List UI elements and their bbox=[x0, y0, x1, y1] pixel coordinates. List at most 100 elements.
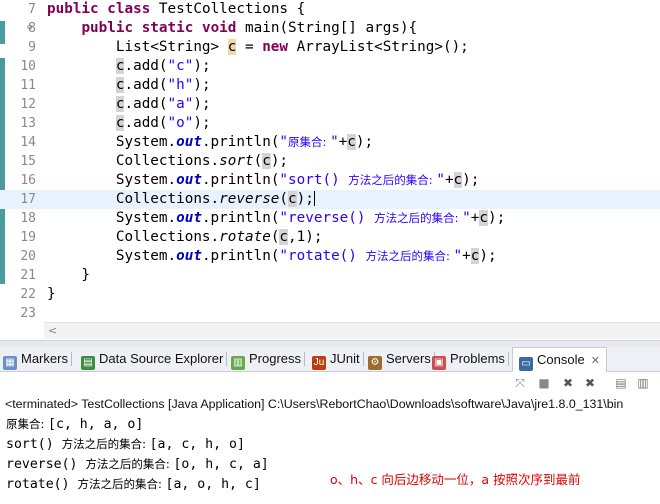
fold-toggle-icon[interactable]: ⊖ bbox=[27, 19, 41, 38]
code-text[interactable]: c.add("h"); bbox=[47, 76, 211, 95]
code-token: rotate bbox=[219, 229, 271, 245]
close-icon[interactable]: ✕ bbox=[591, 355, 600, 367]
code-text[interactable]: System.out.println("rotate() 方法之后的集合: "+… bbox=[47, 247, 497, 266]
progress-icon: ▥ bbox=[231, 356, 245, 370]
horizontal-scrollbar[interactable]: < bbox=[44, 322, 660, 339]
line-number: 7 bbox=[28, 2, 36, 17]
code-text[interactable]: public class TestCollections { bbox=[47, 0, 305, 19]
code-line[interactable]: 17 Collections.reverse(c); bbox=[0, 190, 660, 209]
remove-all-icon[interactable]: ✖ bbox=[583, 376, 597, 390]
code-token: c bbox=[479, 210, 488, 226]
code-token: public bbox=[47, 1, 108, 17]
console-text: rotate() bbox=[6, 477, 78, 492]
code-token: new bbox=[262, 39, 297, 55]
code-text[interactable]: List<String> c = new ArrayList<String>()… bbox=[47, 38, 469, 57]
code-line[interactable]: 20 System.out.println("rotate() 方法之后的集合:… bbox=[0, 247, 660, 266]
remove-launch-icon[interactable]: ✖ bbox=[561, 376, 575, 390]
tab-label: Markers bbox=[21, 351, 68, 366]
console-text: 原集合: bbox=[6, 417, 49, 431]
console-toolbar: ⤧ ■ ✖ ✖ ▤ ▥ bbox=[0, 372, 660, 394]
code-token: ( bbox=[279, 191, 289, 207]
tab-servers[interactable]: ⚙ Servers bbox=[368, 347, 435, 371]
code-text[interactable]: public static void main(String[] args){ bbox=[47, 19, 417, 38]
code-token: "reverse() bbox=[279, 210, 375, 226]
console-line: reverse() 方法之后的集合: [o, h, c, a] bbox=[6, 454, 269, 475]
code-token: c bbox=[453, 172, 463, 188]
code-text[interactable]: c.add("o"); bbox=[47, 114, 211, 133]
code-text[interactable]: Collections.sort(c); bbox=[47, 152, 288, 171]
word-wrap-icon[interactable]: ▥ bbox=[636, 376, 650, 390]
code-line[interactable]: 18 System.out.println("reverse() 方法之后的集合… bbox=[0, 209, 660, 228]
code-token: c bbox=[288, 191, 297, 207]
code-line[interactable]: 9 List<String> c = new ArrayList<String>… bbox=[0, 38, 660, 57]
code-line[interactable]: 22} bbox=[0, 285, 660, 304]
code-line[interactable]: 19 Collections.rotate(c,1); bbox=[0, 228, 660, 247]
tab-label: Problems bbox=[450, 351, 505, 366]
code-token: 方法之后的集合: bbox=[365, 249, 454, 263]
code-token: out bbox=[176, 248, 202, 264]
code-token: main(String[] args){ bbox=[245, 20, 418, 36]
code-editor[interactable]: 7 public class TestCollections {8 ⊖ public… bbox=[0, 0, 660, 340]
line-number: 20 bbox=[20, 249, 36, 264]
line-number: 9 bbox=[28, 40, 36, 55]
code-token: void bbox=[201, 20, 246, 36]
code-text[interactable]: Collections.rotate(c,1); bbox=[47, 228, 322, 247]
code-token: System. bbox=[47, 134, 177, 150]
code-token: ( bbox=[253, 153, 263, 169]
code-token: c bbox=[262, 153, 271, 169]
code-line[interactable]: 15 Collections.sort(c); bbox=[0, 152, 660, 171]
tab-data-source[interactable]: ▤ Data Source Explorer bbox=[81, 347, 228, 371]
tab-progress[interactable]: ▥ Progress bbox=[231, 347, 306, 371]
scroll-left-icon[interactable]: < bbox=[48, 323, 57, 339]
code-text[interactable]: } bbox=[47, 266, 90, 285]
code-text[interactable]: System.out.println("原集合: "+c); bbox=[47, 133, 373, 152]
code-token: Collections. bbox=[47, 191, 220, 207]
database-icon: ▤ bbox=[81, 356, 95, 370]
line-number: 19 bbox=[20, 230, 36, 245]
pin-icon[interactable]: ⤧ bbox=[513, 376, 527, 390]
code-token: .println( bbox=[201, 210, 280, 226]
code-line[interactable]: 13 c.add("o"); bbox=[0, 114, 660, 133]
code-line[interactable]: 16 System.out.println("sort() 方法之后的集合: "… bbox=[0, 171, 660, 190]
scroll-lock-icon[interactable]: ▤ bbox=[614, 376, 628, 390]
console-line: rotate() 方法之后的集合: [a, o, h, c] bbox=[6, 474, 261, 495]
code-text[interactable]: System.out.println("reverse() 方法之后的集合: "… bbox=[47, 209, 505, 228]
tab-markers[interactable]: ▦ Markers bbox=[3, 347, 72, 371]
code-line[interactable]: 23 bbox=[0, 304, 660, 323]
console-icon: ▭ bbox=[519, 357, 533, 371]
view-tab-bar: ▦ Markers ▤ Data Source Explorer ▥ Progress Ju… bbox=[0, 347, 660, 372]
code-text[interactable]: Collections.reverse(c); bbox=[47, 190, 315, 209]
code-line[interactable]: 7 public class TestCollections { bbox=[0, 0, 660, 19]
tab-problems[interactable]: ▣ Problems bbox=[432, 347, 509, 371]
code-token: + bbox=[444, 172, 454, 188]
code-token: } bbox=[47, 286, 56, 302]
line-number: 16 bbox=[20, 173, 36, 188]
code-text[interactable]: c.add("c"); bbox=[47, 57, 211, 76]
code-token: class bbox=[107, 1, 159, 17]
code-token: ); bbox=[487, 210, 506, 226]
tab-console[interactable]: ▭ Console ✕ bbox=[512, 347, 607, 372]
code-token: "o" bbox=[167, 115, 194, 131]
line-number: 18 bbox=[20, 211, 36, 226]
code-text[interactable]: c.add("a"); bbox=[47, 95, 211, 114]
code-token: sort bbox=[219, 153, 254, 169]
code-line[interactable]: 8 ⊖ public static void main(String[] args… bbox=[0, 19, 660, 38]
terminate-icon[interactable]: ■ bbox=[537, 376, 551, 390]
code-text[interactable]: System.out.println("sort() 方法之后的集合: "+c)… bbox=[47, 171, 479, 190]
tab-label: Data Source Explorer bbox=[99, 351, 224, 366]
code-token: ); bbox=[462, 172, 480, 188]
code-token: reverse bbox=[219, 191, 280, 207]
code-line[interactable]: 21 } bbox=[0, 266, 660, 285]
code-text[interactable]: } bbox=[47, 285, 56, 304]
code-token: ); bbox=[270, 153, 289, 169]
code-line[interactable]: 14 System.out.println("原集合: "+c); bbox=[0, 133, 660, 152]
code-line[interactable]: 11 c.add("h"); bbox=[0, 76, 660, 95]
code-token: = bbox=[236, 39, 263, 55]
tab-junit[interactable]: Ju JUnit bbox=[312, 347, 364, 371]
annotation-text: o、h、c 向后边移动一位，a 按照次序到最前 bbox=[330, 472, 581, 487]
code-line[interactable]: 12 c.add("a"); bbox=[0, 95, 660, 114]
code-line[interactable]: 10 c.add("c"); bbox=[0, 57, 660, 76]
code-token: .println( bbox=[201, 172, 280, 188]
